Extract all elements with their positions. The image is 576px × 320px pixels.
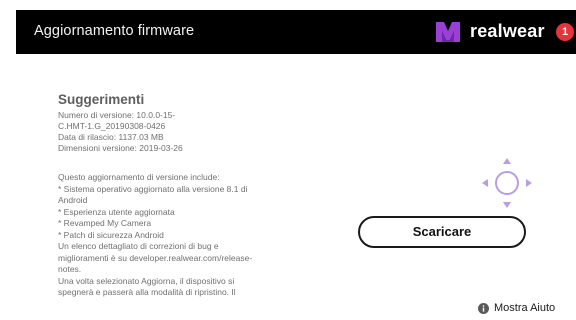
version-build-line: C.HMT-1.G_20190308-0426: [58, 121, 166, 131]
release-note-line: * Patch di sicurezza Android: [58, 229, 164, 240]
section-title: Suggerimenti: [58, 92, 145, 107]
release-date-line: Data di rilascio: 1137.03 MB: [58, 132, 164, 142]
release-note-line: spegnerà e passerà alla modalità di ripr…: [58, 287, 236, 297]
firmware-update-screen: Aggiornamento firmware realwear 1 Sugger…: [0, 0, 576, 320]
brand-name: realwear: [470, 21, 545, 41]
dpad-center-circle: [495, 171, 519, 195]
header-bar: Aggiornamento firmware realwear 1: [16, 10, 576, 54]
release-notes: Questo aggiornamento di versione include…: [58, 172, 298, 299]
release-note-line: Un elenco dettagliato di correzioni di b…: [58, 241, 219, 251]
release-note-line: * Revamped My Camera: [58, 218, 152, 228]
dpad-down-arrow: [503, 202, 511, 208]
version-size-line: Dimensioni versione: 2019-03-26: [58, 143, 183, 153]
dpad-right-arrow: [526, 179, 532, 187]
release-note-line: notes.: [58, 264, 82, 274]
release-note-line: Una volta selezionato Aggiorna, il dispo…: [58, 275, 235, 286]
dpad-up-arrow: [503, 158, 511, 164]
page-title: Aggiornamento firmware: [34, 23, 195, 39]
release-note-line: Android: [58, 195, 88, 205]
download-button[interactable]: Scaricare: [358, 216, 526, 248]
realwear-logo-icon: [436, 22, 460, 42]
dpad-left-arrow: [482, 179, 488, 187]
notification-badge[interactable]: 1: [556, 23, 574, 41]
release-note-line: * Esperienza utente aggiornata: [58, 206, 175, 217]
show-help-label: Mostra Aiuto: [494, 302, 556, 314]
release-note-line: Questo aggiornamento di versione include…: [58, 172, 220, 182]
navigation-dpad-icon: [482, 158, 532, 208]
info-icon: [478, 303, 489, 314]
release-note-line: miglioramenti è su developer.realwear.co…: [58, 252, 253, 263]
release-note-line: * Sistema operativo aggiornato alla vers…: [58, 183, 248, 194]
version-info: Suggerimenti Numero di versione: 10.0.0-…: [58, 92, 298, 154]
version-number-line: Numero di versione: 10.0.0-15-: [58, 110, 176, 120]
